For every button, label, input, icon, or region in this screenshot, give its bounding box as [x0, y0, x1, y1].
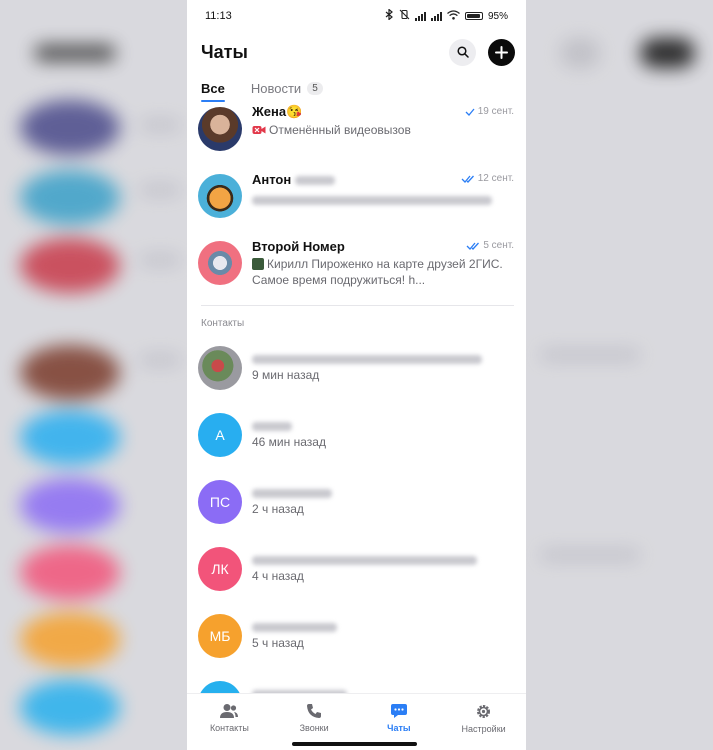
- tab-news[interactable]: Новости 5: [251, 81, 323, 102]
- chat-last-message: Отменённый видеовызов: [252, 122, 512, 138]
- blurred-text: [294, 176, 335, 186]
- contact-last-seen: 9 мин назад: [252, 368, 320, 382]
- battery-icon: [464, 12, 483, 20]
- contact-last-seen: 5 ч назад: [252, 636, 304, 650]
- contact-item[interactable]: А 46 мин назад: [187, 413, 526, 473]
- vibrate-off-icon: [399, 9, 410, 23]
- avatar: А: [198, 413, 242, 457]
- status-bar: 11:13 95%: [187, 0, 526, 32]
- signal-icon: [414, 11, 426, 21]
- plus-icon: [495, 45, 508, 59]
- contact-item[interactable]: ПС 2 ч назад: [187, 480, 526, 540]
- double-check-icon: [466, 242, 480, 250]
- contacts-section-title: Контакты: [201, 318, 245, 329]
- tab-all[interactable]: Все: [201, 81, 225, 102]
- chat-title: Жена😘: [252, 104, 303, 119]
- chat-icon: [390, 704, 407, 718]
- app-header: Чаты: [187, 32, 526, 72]
- video-call-missed-icon: [252, 126, 266, 134]
- chat-last-message: [252, 192, 512, 208]
- battery-level: 95: [487, 10, 500, 22]
- chat-message-line-2: Самое время подружиться! h...: [252, 273, 426, 287]
- signal-icon-2: [430, 11, 442, 21]
- divider: [201, 305, 514, 306]
- avatar: [198, 174, 242, 218]
- contact-name: [252, 619, 337, 637]
- contact-item[interactable]: МБ 5 ч назад: [187, 614, 526, 674]
- nav-contacts-label: Контакты: [209, 723, 249, 733]
- phone-screen: 11:13 95% Чаты Все Новости 5 Жена😘 19 се…: [187, 0, 526, 750]
- chat-message-line-1: Кирилл Пироженко на карте друзей 2ГИС.: [267, 257, 503, 271]
- chat-time: 5 сент.: [466, 240, 514, 251]
- chat-item-wife[interactable]: Жена😘 19 сент. Отменённый видеовызов: [187, 103, 526, 163]
- avatar: ЛК: [198, 547, 242, 591]
- chat-title: Второй Номер: [252, 239, 345, 254]
- search-icon: [456, 46, 469, 58]
- nav-calls-label: Звонки: [299, 723, 329, 733]
- new-chat-button[interactable]: [488, 38, 515, 66]
- contact-last-seen: 46 мин назад: [252, 435, 326, 449]
- avatar: [198, 346, 242, 390]
- status-time: 11:13: [205, 10, 232, 22]
- unread-badge: 5: [307, 82, 323, 95]
- nav-settings[interactable]: Настройки: [441, 694, 526, 750]
- link-thumbnail: [252, 258, 264, 270]
- avatar: [198, 241, 242, 285]
- chat-last-message: Кирилл Пироженко на карте друзей 2ГИС. С…: [252, 256, 512, 288]
- contact-name: [252, 351, 482, 369]
- contact-item[interactable]: 9 мин назад: [187, 346, 526, 406]
- nav-settings-label: Настройки: [461, 724, 506, 734]
- filter-tabs: Все Новости 5: [187, 72, 526, 102]
- chat-time-label: 5 сент.: [483, 240, 514, 251]
- tab-news-label: Новости: [250, 81, 302, 96]
- avatar: МБ: [198, 614, 242, 658]
- double-check-icon: [461, 175, 474, 183]
- chat-time: 12 сент.: [461, 173, 514, 184]
- status-icons: 95%: [385, 8, 508, 23]
- chat-title: Антон: [252, 172, 335, 187]
- avatar: [198, 107, 242, 151]
- chat-time-label: 19 сент.: [477, 106, 514, 117]
- blurred-text: [252, 196, 492, 206]
- contact-name: [252, 418, 292, 436]
- tab-all-label: Все: [201, 81, 225, 96]
- contact-last-seen: 2 ч назад: [252, 502, 304, 516]
- chat-time-label: 12 сент.: [477, 173, 514, 184]
- contact-name: [252, 485, 332, 503]
- chat-title-text: Антон: [252, 172, 292, 187]
- chat-item-second-number[interactable]: Второй Номер 5 сент. Кирилл Пироженко на…: [187, 237, 526, 299]
- home-indicator: [292, 742, 417, 746]
- avatar: ПС: [198, 480, 242, 524]
- search-button[interactable]: [449, 38, 476, 66]
- contact-item[interactable]: ЛК 4 ч назад: [187, 547, 526, 607]
- page-title: Чаты: [201, 41, 248, 62]
- chat-time: 19 сент.: [465, 106, 514, 117]
- phone-icon: [307, 704, 322, 718]
- contact-name: [252, 552, 477, 570]
- contact-last-seen: 4 ч назад: [252, 569, 304, 583]
- chat-message-text: Отменённый видеовызов: [269, 123, 411, 137]
- nav-contacts[interactable]: Контакты: [187, 694, 272, 750]
- single-check-icon: [465, 108, 475, 116]
- gear-icon: [477, 705, 491, 718]
- nav-chats-label: Чаты: [387, 723, 411, 733]
- chat-item-anton[interactable]: Антон 12 сент.: [187, 170, 526, 230]
- bottom-nav: Контакты Звонки Чаты Настройки: [187, 693, 526, 750]
- contacts-icon: [220, 704, 239, 718]
- bluetooth-icon: [385, 8, 394, 23]
- wifi-icon: [447, 9, 460, 23]
